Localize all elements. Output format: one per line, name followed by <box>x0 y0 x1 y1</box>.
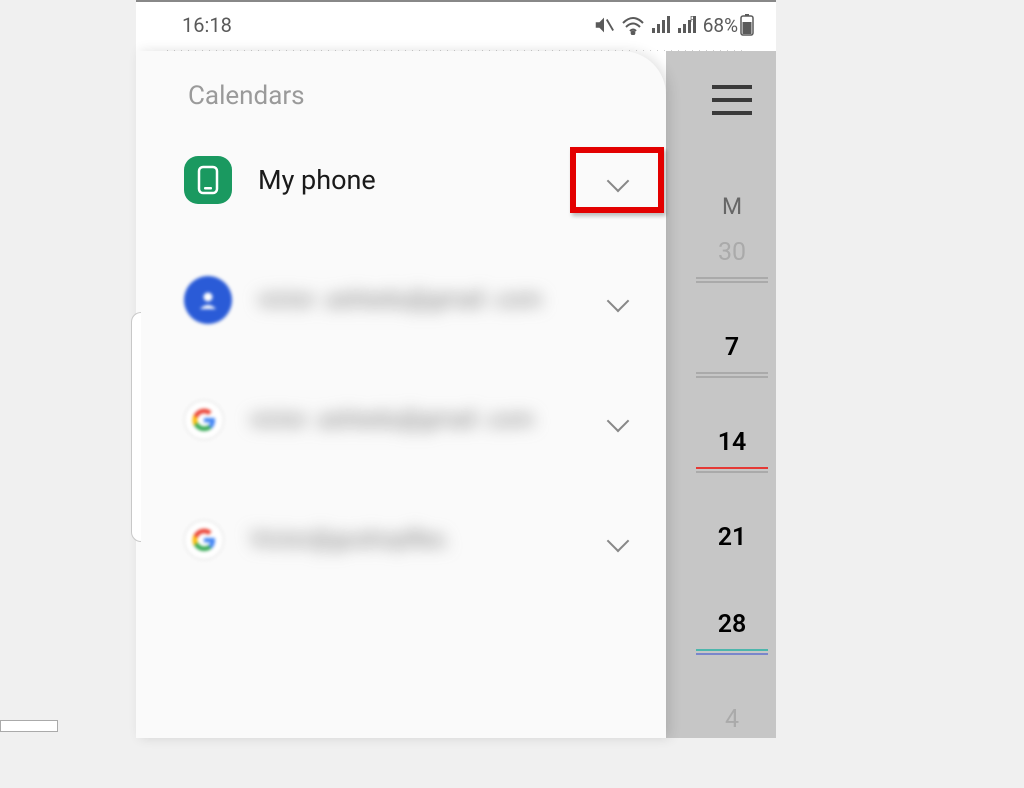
account-expand-button[interactable] <box>584 515 650 565</box>
calendar-column: M 30 7 14 21 28 4 <box>696 193 768 788</box>
menu-button[interactable] <box>712 85 752 115</box>
calendar-day[interactable]: 14 <box>696 424 768 469</box>
chevron-down-icon <box>606 169 628 191</box>
browser-status-fragment <box>0 720 58 732</box>
calendar-day[interactable]: 28 <box>696 606 768 651</box>
panel-title: Calendars <box>188 81 666 111</box>
calendar-day[interactable]: 4 <box>696 701 768 738</box>
chevron-down-icon <box>606 409 628 431</box>
google-icon <box>184 400 224 440</box>
google-icon <box>184 520 224 560</box>
account-label: My phone <box>258 164 584 196</box>
chevron-down-icon <box>606 289 628 311</box>
signal-r-icon: R <box>677 16 697 34</box>
my-phone-expand-button[interactable] <box>584 155 650 205</box>
battery-level: 68% <box>703 14 754 37</box>
calendar-day-header: M <box>696 193 768 220</box>
contacts-icon <box>184 276 232 324</box>
account-label: victor .ashiedu@gmail .com <box>250 404 584 435</box>
status-icons: R 68% <box>593 14 754 37</box>
svg-text:R: R <box>690 16 695 24</box>
status-time: 16:18 <box>182 13 232 37</box>
account-expand-button[interactable] <box>584 395 650 445</box>
mute-icon <box>593 14 615 36</box>
battery-icon <box>740 14 754 36</box>
account-row[interactable]: Victor@goshopflex. <box>136 515 666 565</box>
chevron-down-icon <box>606 529 628 551</box>
status-bar: 16:18 R 68% <box>136 2 776 48</box>
phone-icon <box>184 156 232 204</box>
calendar-day[interactable]: 7 <box>696 329 768 374</box>
calendar-background: M 30 7 14 21 28 4 <box>666 51 776 738</box>
wifi-icon <box>621 15 645 35</box>
calendar-day[interactable]: 21 <box>696 519 768 556</box>
edge-panel-handle[interactable] <box>131 312 141 542</box>
account-label: Victor@goshopflex. <box>250 524 584 555</box>
phone-screen: 16:18 R 68% M 30 7 14 21 28 4 Calendars My ph… <box>136 0 776 736</box>
account-row[interactable]: victor .ashiedu@gmail .com <box>136 275 666 325</box>
account-label: victor .ashiedu@gmail .com <box>258 284 584 315</box>
account-expand-button[interactable] <box>584 275 650 325</box>
account-row[interactable]: victor .ashiedu@gmail .com <box>136 395 666 445</box>
calendar-day[interactable]: 30 <box>696 234 768 279</box>
account-row-my-phone[interactable]: My phone <box>136 155 666 205</box>
signal-icon <box>651 16 671 34</box>
calendars-panel: Calendars My phone victor .ashiedu@gmail … <box>136 51 666 738</box>
